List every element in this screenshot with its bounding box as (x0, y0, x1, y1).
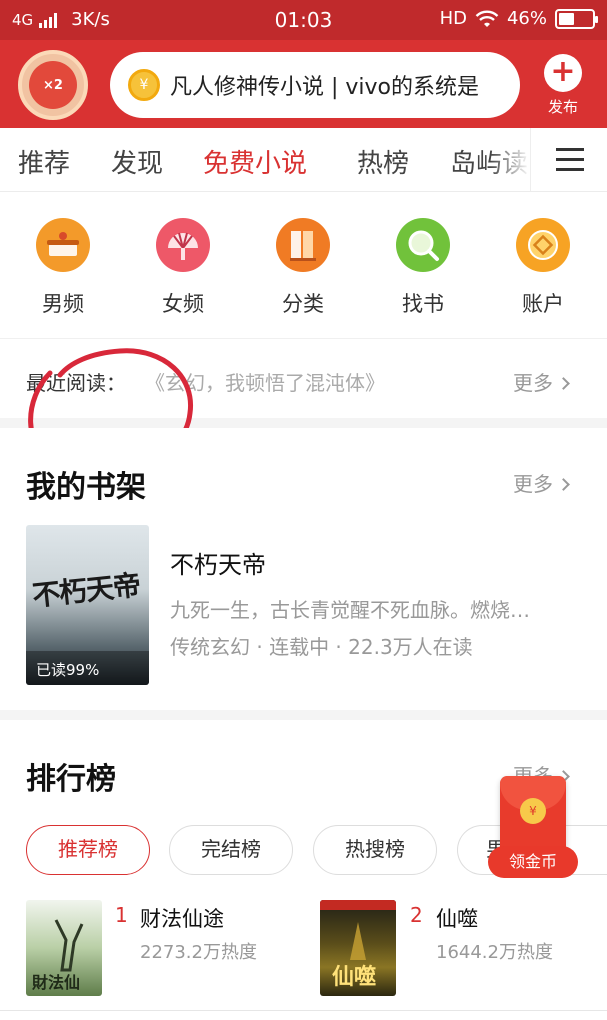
book-cover-title: 不朽天帝 (30, 568, 142, 613)
quick-entries: 男频 女频 分类 找书 账户 (0, 192, 607, 338)
rank-tab-recommend[interactable]: 推荐榜 (26, 825, 150, 875)
rank-book-cover[interactable]: 仙噬 (320, 900, 396, 996)
quick-entry-male[interactable]: 男频 (23, 218, 103, 318)
tab-recommend[interactable]: 推荐 (18, 143, 70, 180)
publish-button[interactable]: + 发布 (540, 54, 586, 117)
read-progress-badge: 已读99% (26, 651, 149, 685)
tab-free-novels[interactable]: 免费小说 (203, 143, 307, 180)
rank-book-heat: 2273.2万热度 (140, 942, 257, 963)
plus-icon: + (544, 54, 582, 92)
female-channel-icon (156, 218, 210, 272)
tab-fade (490, 128, 530, 191)
menu-icon[interactable] (530, 128, 607, 191)
quick-entry-label: 女频 (162, 292, 204, 316)
rank-book-title[interactable]: 财法仙途 (140, 903, 224, 933)
quick-entry-account[interactable]: 账户 (503, 218, 583, 318)
avatar[interactable]: ×2 (18, 50, 88, 120)
more-label: 更多 (513, 371, 553, 395)
rank-tab-hot-search[interactable]: 热搜榜 (313, 825, 437, 875)
recent-reading-label: 最近阅读： (26, 371, 126, 395)
reward-shield-icon: ×2 (29, 61, 77, 109)
recent-more-link[interactable]: 更多 (513, 367, 570, 396)
status-right: HD 46% (439, 8, 598, 29)
quick-entry-label: 男频 (42, 292, 84, 316)
wifi-icon (475, 10, 499, 27)
category-icon (276, 218, 330, 272)
battery-percent: 46% (506, 8, 547, 29)
bookshelf-more-link[interactable]: 更多 (513, 468, 570, 497)
avatar-badge: ×2 (43, 77, 63, 93)
book-meta: 传统玄幻 · 连载中 · 22.3万人在读 (170, 635, 473, 659)
rank-number: 1 (115, 903, 128, 927)
find-book-icon (396, 218, 450, 272)
tab-discover[interactable]: 发现 (111, 143, 163, 180)
quick-entry-female[interactable]: 女频 (143, 218, 223, 318)
bookshelf-section: 我的书架 更多 不朽天帝 已读99% 不朽天帝 九死一生，古长青觉醒不死血脉。燃… (0, 428, 607, 710)
search-bar[interactable]: ¥ 凡人修神传小说 | vivo的系统是 (110, 52, 520, 118)
channel-tabs: 推荐 发现 免费小说 热榜 岛屿读 (0, 128, 607, 192)
account-icon (516, 218, 570, 272)
rank-number: 2 (410, 903, 423, 927)
rank-tab-completed[interactable]: 完结榜 (169, 825, 293, 875)
section-title: 排行榜 (26, 762, 116, 797)
publish-label: 发布 (547, 98, 578, 116)
hd-indicator: HD (439, 8, 467, 29)
svg-text:仙噬: 仙噬 (332, 964, 376, 990)
section-title: 我的书架 (26, 470, 146, 505)
quick-entry-label: 找书 (402, 292, 444, 316)
quick-entry-category[interactable]: 分类 (263, 218, 343, 318)
book-cover[interactable]: 不朽天帝 已读99% (26, 525, 149, 685)
quick-entry-label: 账户 (522, 292, 564, 316)
recent-reading-bar[interactable]: 最近阅读： 《玄幻，我顿悟了混沌体》 更多 (0, 338, 607, 418)
rank-book-cover[interactable]: 財法仙 (26, 900, 102, 996)
book-title[interactable]: 不朽天帝 (170, 545, 266, 580)
more-label: 更多 (513, 472, 553, 496)
recent-book-title[interactable]: 《玄幻，我顿悟了混沌体》 (145, 367, 385, 396)
battery-icon (555, 8, 598, 29)
status-bar: 4G 3K/s 01:03 HD 46% (0, 0, 607, 40)
collect-coins-button[interactable]: ¥ 领金币 (488, 776, 578, 880)
quick-entry-find-book[interactable]: 找书 (383, 218, 463, 318)
collect-coins-label: 领金币 (488, 846, 578, 878)
battery-level (559, 12, 574, 25)
tab-hot-list[interactable]: 热榜 (357, 143, 409, 180)
rank-book-title[interactable]: 仙噬 (436, 903, 478, 933)
chevron-right-icon (557, 478, 570, 491)
bottom-nav-edge (0, 1010, 607, 1020)
rank-book-heat: 1644.2万热度 (436, 942, 553, 963)
app-header: ×2 ¥ 凡人修神传小说 | vivo的系统是 + 发布 (0, 40, 607, 128)
coin-icon: ¥ (520, 798, 546, 824)
search-suggestion: 凡人修神传小说 | vivo的系统是 (170, 75, 480, 100)
male-channel-icon (36, 218, 90, 272)
chevron-right-icon (557, 377, 570, 390)
book-description: 九死一生，古长青觉醒不死血脉。燃烧… (170, 598, 530, 622)
quick-entry-label: 分类 (282, 292, 324, 316)
coin-icon: ¥ (128, 69, 160, 101)
svg-text:財法仙: 財法仙 (32, 973, 80, 992)
